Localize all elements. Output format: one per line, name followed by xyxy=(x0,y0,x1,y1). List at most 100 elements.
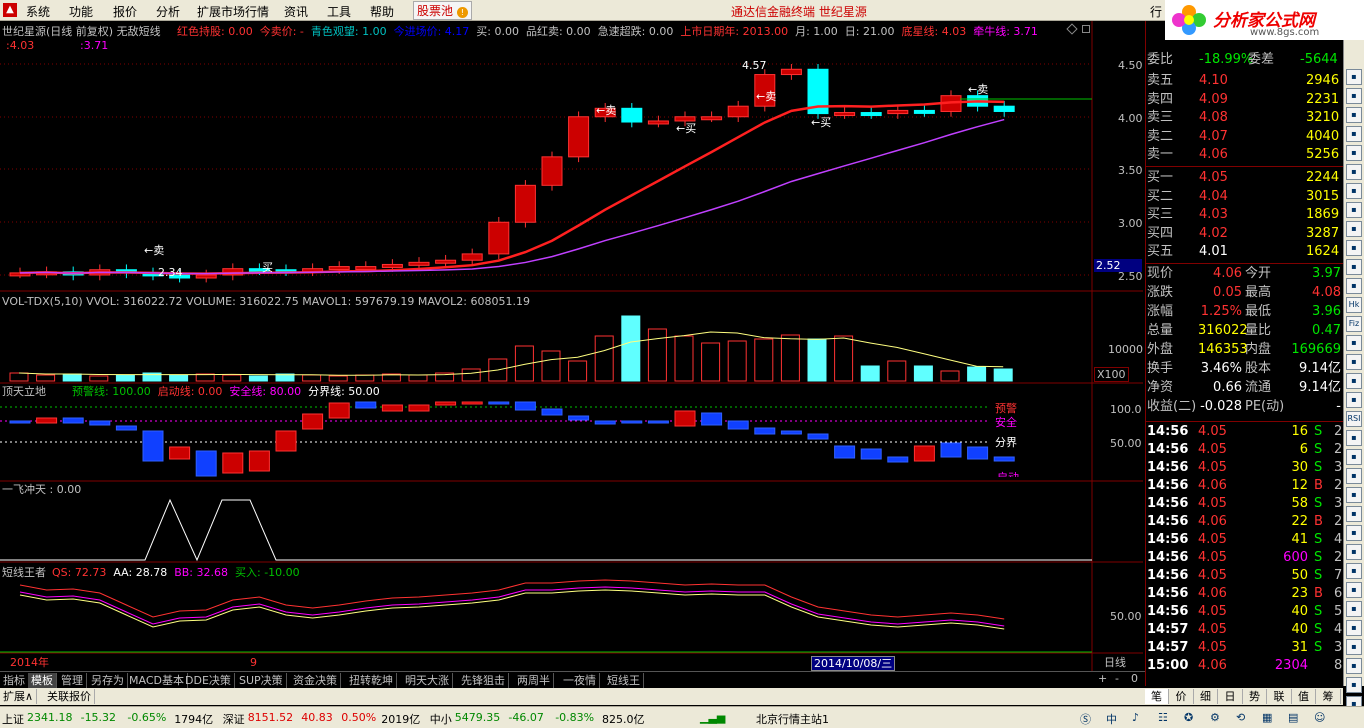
index-value: 5479.35 xyxy=(454,711,501,724)
indicator-tab[interactable]: 管理 xyxy=(58,673,87,688)
toolbar-icon[interactable]: ▪ xyxy=(1346,658,1362,674)
quote-tab[interactable]: 势 xyxy=(1243,689,1267,704)
chart-option-icon[interactable] xyxy=(1082,25,1090,33)
tray-icon[interactable]: ✪ xyxy=(1184,711,1193,724)
quote-tab[interactable]: 值 xyxy=(1292,689,1316,704)
toolbar-icon[interactable]: ▪ xyxy=(1346,525,1362,541)
indicator-tab[interactable]: 明天大涨 xyxy=(402,673,453,688)
toolbar-icon[interactable]: ▪ xyxy=(1346,506,1362,522)
indicator-tab[interactable]: 先锋狙击 xyxy=(458,673,509,688)
indicator-tab[interactable]: 扭转乾坤 xyxy=(346,673,397,688)
toolbar-icon[interactable]: ▪ xyxy=(1346,639,1362,655)
toolbar-icon[interactable]: ▪ xyxy=(1346,373,1362,389)
menu-quote[interactable]: 报价 xyxy=(113,3,137,20)
toolbar-icon[interactable]: ▪ xyxy=(1346,563,1362,579)
toolbar-icon[interactable]: ▪ xyxy=(1346,126,1362,142)
kline-chart-area[interactable]: 世纪星源(日线 前复权) 无敌短线 红色持股: 0.00 今卖价: - 青色观望: … xyxy=(0,21,1145,671)
toolbar-icon[interactable]: ▪ xyxy=(1346,487,1362,503)
candle xyxy=(834,107,856,119)
toolbar-icon[interactable]: ▪ xyxy=(1346,620,1362,636)
quote-tab[interactable]: 联 xyxy=(1268,689,1292,704)
toolbar-icon[interactable]: ▪ xyxy=(1346,677,1362,693)
indicator-tab[interactable]: 一夜情 xyxy=(560,673,600,688)
toolbar-icon[interactable]: ▪ xyxy=(1346,164,1362,180)
quote-tab[interactable]: 日 xyxy=(1219,689,1243,704)
index-name[interactable]: 上证 xyxy=(2,711,24,727)
bid-row: 买四 4.02 3287 xyxy=(1146,225,1344,243)
tray-icon[interactable]: ♪ xyxy=(1132,711,1139,724)
right-menu-button[interactable]: 行 xyxy=(1150,3,1162,20)
toolbar-icon[interactable]: ▪ xyxy=(1346,335,1362,351)
toolbar-icon[interactable]: ▪ xyxy=(1346,544,1362,560)
menu-help[interactable]: 帮助 xyxy=(370,3,394,20)
legend-item: 急速超跌: 0.00 xyxy=(597,25,674,38)
menu-news[interactable]: 资讯 xyxy=(284,3,308,20)
toolbar-icon[interactable]: ▪ xyxy=(1346,392,1362,408)
tray-icon[interactable]: ⚙ xyxy=(1210,711,1220,724)
extension-tab[interactable]: 关联报价 xyxy=(44,689,95,704)
zoom-in-button[interactable]: + xyxy=(1098,672,1107,685)
menu-analysis[interactable]: 分析 xyxy=(156,3,180,20)
toolbar-icon[interactable]: ▪ xyxy=(1346,449,1362,465)
indicator-tab[interactable]: 资金决策 xyxy=(290,673,341,688)
toolbar-icon[interactable]: ▪ xyxy=(1346,430,1362,446)
toolbar-icon[interactable]: ▪ xyxy=(1346,145,1362,161)
toolbar-icon[interactable]: ▪ xyxy=(1346,183,1362,199)
toolbar-icon[interactable]: ▪ xyxy=(1346,601,1362,617)
toolbar-icon[interactable]: ▪ xyxy=(1346,354,1362,370)
menu-function[interactable]: 功能 xyxy=(69,3,93,20)
toolbar-icon[interactable]: ▪ xyxy=(1346,107,1362,123)
stat-value: 3.46% xyxy=(1200,361,1242,376)
indicator-tab[interactable]: SUP决策 xyxy=(236,673,287,688)
period-label[interactable]: 日线 xyxy=(1104,656,1126,669)
reset-button[interactable]: 0 xyxy=(1131,672,1138,685)
chart-title: 世纪星源(日线 前复权) 无敌短线 xyxy=(2,25,161,38)
quote-tab[interactable]: 筹 xyxy=(1317,689,1341,704)
menu-system[interactable]: 系统 xyxy=(26,3,50,20)
stock-pool-button[interactable]: 股票池 ! xyxy=(413,1,472,20)
toolbar-icon[interactable]: ▪ xyxy=(1346,69,1362,85)
indicator-tab[interactable]: 指标 xyxy=(0,673,29,688)
tray-icon[interactable]: ☷ xyxy=(1158,711,1168,724)
tray-icon[interactable]: ▤ xyxy=(1288,711,1298,724)
trend-bar xyxy=(541,408,563,416)
tray-icon[interactable]: Ⓢ xyxy=(1080,711,1091,727)
menu-tools[interactable]: 工具 xyxy=(327,3,351,20)
menu-ext-market[interactable]: 扩展市场行情 xyxy=(197,3,269,20)
toolbar-icon[interactable]: ▪ xyxy=(1346,202,1362,218)
indicator-tab[interactable]: 两周半 xyxy=(514,673,554,688)
tick-volume: 30 xyxy=(1291,460,1308,475)
indicator-tab[interactable]: 短线王 xyxy=(604,673,644,688)
toolbar-icon[interactable]: ▪ xyxy=(1346,278,1362,294)
tray-icon[interactable]: ▦ xyxy=(1262,711,1272,724)
quote-tab[interactable]: 价 xyxy=(1170,689,1194,704)
extension-tab[interactable]: 扩展∧ xyxy=(0,689,38,704)
toolbar-icon[interactable]: ▪ xyxy=(1346,582,1362,598)
stat-row: 现价 4.06 今开 3.97 xyxy=(1146,265,1344,283)
quote-tab[interactable]: 细 xyxy=(1194,689,1218,704)
toolbar-icon[interactable]: ▪ xyxy=(1346,259,1362,275)
toolbar-icon[interactable]: RSI xyxy=(1346,411,1362,427)
chart-mini-icon[interactable]: ▁▃▅ xyxy=(700,711,725,724)
toolbar-icon[interactable]: ▪ xyxy=(1346,240,1362,256)
toolbar-icon[interactable]: ▪ xyxy=(1346,221,1362,237)
indicator-tab[interactable]: DDE决策 xyxy=(182,673,235,688)
indicator-tab[interactable]: 另存为 xyxy=(88,673,128,688)
tray-icon[interactable]: ☺ xyxy=(1314,711,1325,724)
index-name[interactable]: 中小 xyxy=(430,711,452,727)
vol-unit-label: X100 xyxy=(1094,367,1129,382)
tray-icon[interactable]: 中 xyxy=(1106,711,1117,727)
indicator-tab[interactable]: MACD基本 xyxy=(126,673,188,688)
index-name[interactable]: 深证 xyxy=(223,711,245,727)
zoom-out-button[interactable]: - xyxy=(1115,672,1119,685)
toolbar-icon[interactable]: ▪ xyxy=(1346,88,1362,104)
quote-tab[interactable]: 笔 xyxy=(1145,689,1169,704)
toolbar-icon[interactable]: Hk xyxy=(1346,297,1362,313)
trend-bar xyxy=(222,452,244,474)
toolbar-icon[interactable]: Fiz xyxy=(1346,316,1362,332)
toolbar-icon[interactable]: ▪ xyxy=(1346,468,1362,484)
indicator-tab[interactable]: 模板 xyxy=(28,673,57,688)
stat-value: 0.05 xyxy=(1213,285,1242,300)
tray-icon[interactable]: ⟲ xyxy=(1236,711,1245,724)
tick-volume: 50 xyxy=(1291,568,1308,583)
